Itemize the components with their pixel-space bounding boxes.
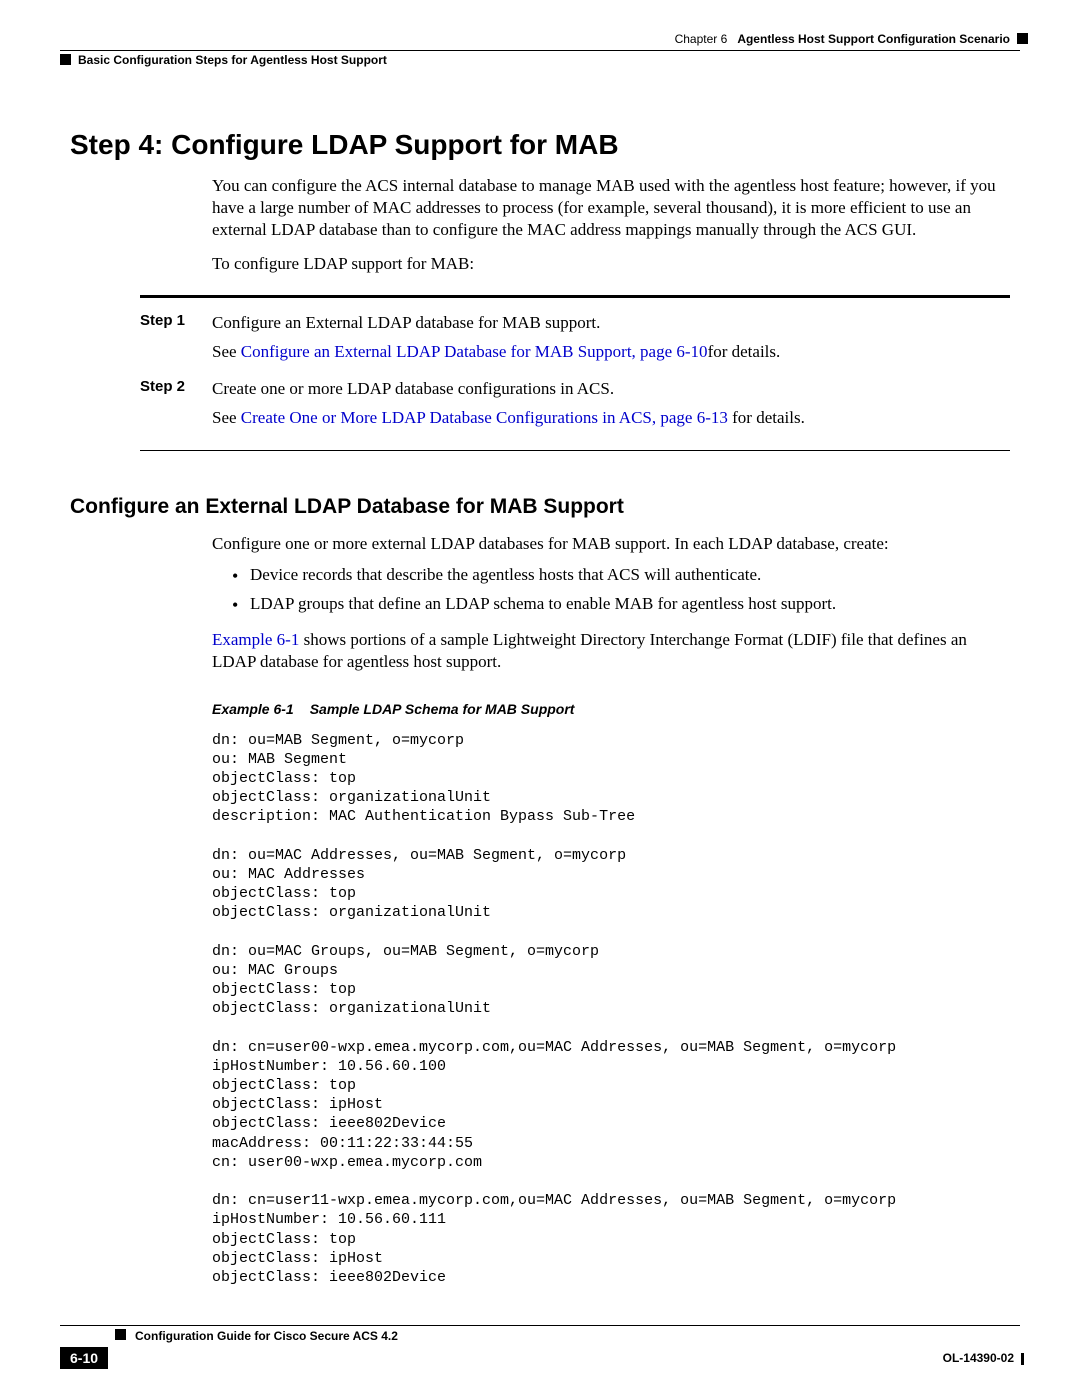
document-page: Chapter 6 Agentless Host Support Configu… [0,0,1080,1397]
example-caption: Example 6-1Sample LDAP Schema for MAB Su… [212,701,1020,717]
bullet-list: Device records that describe the agentle… [232,563,1010,616]
list-item: Device records that describe the agentle… [232,563,1010,588]
steps-rule-top [140,295,1010,298]
step-row: Step 1 Configure an External LDAP databa… [140,312,1010,370]
chapter-label: Chapter 6 [675,32,728,46]
section2-paragraph-2: Example 6-1 shows portions of a sample L… [212,629,1010,673]
header-rule [60,50,1020,51]
footer-row: 6-10 OL-14390-02 [60,1347,1020,1369]
steps-rule-bottom [140,450,1010,451]
step-text: Create one or more LDAP database configu… [212,378,805,401]
page-footer: Configuration Guide for Cisco Secure ACS… [60,1325,1020,1369]
steps-block: Step 1 Configure an External LDAP databa… [140,295,1010,451]
code-block: dn: ou=MAB Segment, o=mycorp ou: MAB Seg… [212,731,1020,1287]
step-see-line: See Create One or More LDAP Database Con… [212,407,805,430]
doc-id: OL-14390-02 [943,1351,1020,1365]
page-number: 6-10 [60,1347,108,1369]
heading-1: Step 4: Configure LDAP Support for MAB [70,129,1020,161]
step-label: Step 1 [140,312,212,370]
header-right: Chapter 6 Agentless Host Support Configu… [60,32,1020,46]
step-text: Configure an External LDAP database for … [212,312,780,335]
step-row: Step 2 Create one or more LDAP database … [140,378,1010,436]
step-content: Configure an External LDAP database for … [212,312,780,370]
cross-ref-link[interactable]: Configure an External LDAP Database for … [241,342,708,361]
step-label: Step 2 [140,378,212,436]
chapter-title: Agentless Host Support Configuration Sce… [737,32,1010,46]
heading-2: Configure an External LDAP Database for … [70,495,1020,519]
footer-guide-title: Configuration Guide for Cisco Secure ACS… [60,1326,1020,1343]
cross-ref-link[interactable]: Example 6-1 [212,630,299,649]
step-content: Create one or more LDAP database configu… [212,378,805,436]
header-left: Basic Configuration Steps for Agentless … [60,53,1020,67]
list-item: LDAP groups that define an LDAP schema t… [232,592,1010,617]
intro-paragraph-2: To configure LDAP support for MAB: [212,253,1010,275]
section2-paragraph-1: Configure one or more external LDAP data… [212,533,1010,555]
cross-ref-link[interactable]: Create One or More LDAP Database Configu… [241,408,728,427]
step-see-line: See Configure an External LDAP Database … [212,341,780,364]
section-name: Basic Configuration Steps for Agentless … [78,53,387,67]
intro-paragraph-1: You can configure the ACS internal datab… [212,175,1010,241]
